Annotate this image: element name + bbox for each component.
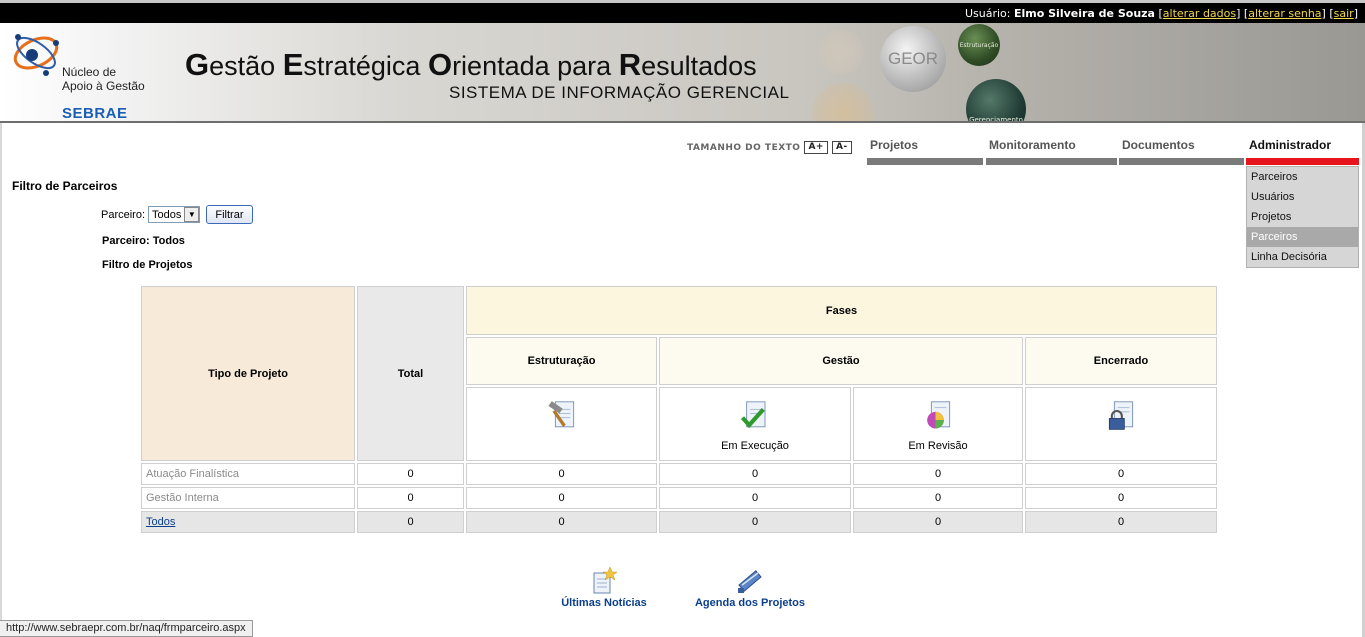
tab-underline-active — [1246, 158, 1359, 165]
parceiro-label: Parceiro: — [101, 208, 146, 221]
cell-em-revisao: 0 — [853, 487, 1023, 509]
cell-total: 0 — [357, 511, 464, 533]
cell-total: 0 — [357, 487, 464, 509]
system-title: Gestão Estratégica Orientada para Result… — [185, 47, 757, 82]
system-subtitle: SISTEMA DE INFORMAÇÃO GERENCIAL — [449, 83, 790, 102]
header-gestao: Gestão — [659, 337, 1023, 385]
text-increase-button[interactable]: A+ — [804, 141, 828, 154]
cell-estruturacao: 0 — [466, 463, 657, 485]
cell-encerrado: 0 — [1025, 511, 1217, 533]
admin-submenu: Parceiros Usuários Projetos Parceiros Li… — [1246, 166, 1359, 268]
atom-logo-icon — [13, 34, 59, 76]
tab-projetos[interactable]: Projetos — [867, 138, 983, 165]
page-left-edge — [0, 123, 2, 620]
header-banner: Núcleo de Apoio à Gestão SEBRAE Gestão E… — [0, 23, 1365, 123]
table-row: Atuação Finalística 0 0 0 0 0 — [141, 463, 1217, 485]
user-bar: Usuário: Elmo Silveira de Souza [alterar… — [0, 3, 1365, 23]
sair-link[interactable]: sair — [1334, 7, 1354, 20]
text-size-label: TAMANHO DO TEXTO — [687, 142, 801, 153]
page-title: Filtro de Parceiros — [12, 179, 118, 193]
estruturacao-icon-cell[interactable] — [466, 387, 657, 461]
news-star-icon — [593, 567, 617, 594]
tab-underline — [867, 158, 983, 165]
alterar-senha-link[interactable]: alterar senha — [1248, 7, 1321, 20]
hammer-document-icon — [547, 401, 574, 428]
cell-em-execucao: 0 — [659, 511, 851, 533]
alterar-dados-link[interactable]: alterar dados — [1163, 7, 1236, 20]
estruturacao-orb: Estruturação — [958, 24, 1000, 66]
em-revisao-icon-cell[interactable]: Em Revisão — [853, 387, 1023, 461]
header-fases: Fases — [466, 286, 1217, 335]
decorative-orb — [818, 29, 864, 75]
submenu-item-usuarios[interactable]: Usuários — [1247, 187, 1358, 207]
cell-em-execucao: 0 — [659, 487, 851, 509]
decorative-orb — [812, 83, 874, 121]
text-size-control: TAMANHO DO TEXTO A+ A- — [687, 141, 852, 154]
cell-encerrado: 0 — [1025, 463, 1217, 485]
table-row: Gestão Interna 0 0 0 0 0 — [141, 487, 1217, 509]
browser-status-bar: http://www.sebraepr.com.br/naq/frmparcei… — [0, 620, 253, 637]
tools-icon — [738, 570, 762, 593]
sebrae-logo[interactable]: Núcleo de Apoio à Gestão SEBRAE — [10, 25, 150, 121]
submenu-item-linha-decisoria[interactable]: Linha Decisória — [1247, 247, 1358, 267]
checkmark-document-icon — [740, 401, 766, 429]
tab-underline — [1119, 158, 1244, 165]
header-estruturacao: Estruturação — [466, 337, 657, 385]
tab-administrador[interactable]: Administrador — [1246, 138, 1359, 165]
em-execucao-icon-cell[interactable]: Em Execução — [659, 387, 851, 461]
table-row-total: Todos 0 0 0 0 0 — [141, 511, 1217, 533]
cell-em-execucao: 0 — [659, 463, 851, 485]
filtrar-button[interactable]: Filtrar — [206, 205, 253, 224]
encerrado-icon-cell[interactable] — [1025, 387, 1217, 461]
cell-em-revisao: 0 — [853, 511, 1023, 533]
lock-document-icon — [1108, 401, 1134, 430]
row-label: Gestão Interna — [141, 487, 355, 509]
chevron-down-icon[interactable]: ▼ — [184, 207, 200, 222]
cell-estruturacao: 0 — [466, 511, 657, 533]
current-partner-label: Parceiro: Todos — [102, 235, 185, 247]
cell-encerrado: 0 — [1025, 487, 1217, 509]
text-decrease-button[interactable]: A- — [831, 141, 852, 154]
user-label: Usuário: — [964, 7, 1011, 20]
tab-underline — [986, 158, 1117, 165]
tab-monitoramento[interactable]: Monitoramento — [986, 138, 1117, 165]
geor-orb: GEOR — [880, 26, 946, 92]
row-label: Todos — [141, 511, 355, 533]
cell-estruturacao: 0 — [466, 487, 657, 509]
tab-documentos[interactable]: Documentos — [1119, 138, 1244, 165]
header-total: Total — [357, 286, 464, 461]
header-encerrado: Encerrado — [1025, 337, 1217, 385]
ultimas-noticias-link[interactable]: Últimas Notícias — [556, 567, 652, 609]
row-label: Atuação Finalística — [141, 463, 355, 485]
submenu-item-projetos[interactable]: Projetos — [1247, 207, 1358, 227]
parceiro-select[interactable]: Todos ▼ — [148, 206, 201, 223]
submenu-item-parceiros[interactable]: Parceiros — [1247, 167, 1358, 187]
projects-filter-heading: Filtro de Projetos — [102, 259, 193, 271]
cell-total: 0 — [357, 463, 464, 485]
cell-em-revisao: 0 — [853, 463, 1023, 485]
agenda-projetos-link[interactable]: Agenda dos Projetos — [688, 567, 812, 609]
header-tipo-projeto: Tipo de Projeto — [141, 286, 355, 461]
pie-chart-document-icon — [927, 401, 951, 429]
projects-summary-table: Tipo de Projeto Total Fases Estruturação… — [139, 284, 1219, 535]
partner-filter-row: Parceiro: Todos ▼ Filtrar — [101, 205, 253, 224]
gerenciamento-orb: Gerenciamento — [966, 79, 1026, 121]
todos-link[interactable]: Todos — [146, 516, 175, 528]
submenu-item-parceiros-selected[interactable]: Parceiros — [1247, 227, 1358, 247]
user-name: Elmo Silveira de Souza — [1014, 7, 1155, 20]
logo-text: Núcleo de Apoio à Gestão — [62, 65, 145, 93]
sebrae-brand: SEBRAE — [62, 105, 128, 122]
